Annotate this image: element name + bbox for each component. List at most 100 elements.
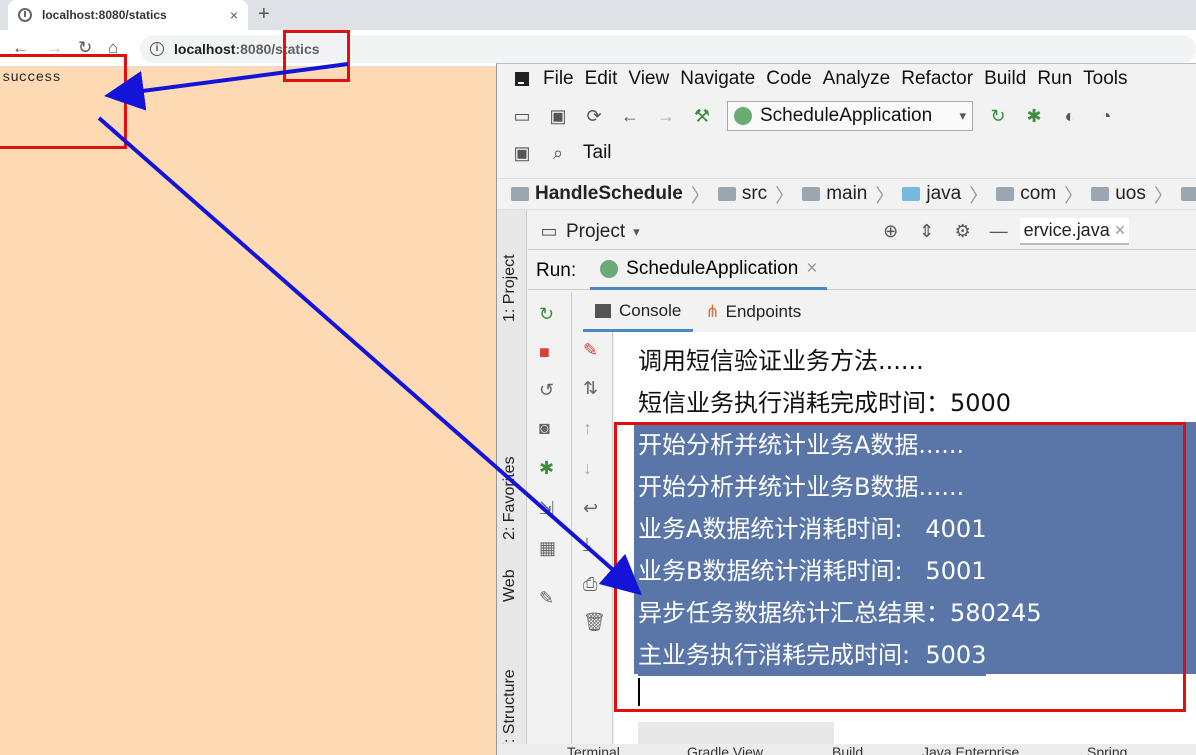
rerun-icon[interactable]: ↻ (987, 105, 1009, 127)
breadcrumb-item-src[interactable]: src (717, 183, 767, 205)
close-icon[interactable]: × (806, 258, 817, 280)
down-arrow-icon[interactable]: ↓ (583, 458, 592, 479)
tool-tab-gradle-view[interactable]: Gradle View (687, 744, 763, 755)
layout-icon[interactable]: ▦ (539, 538, 556, 559)
chevron-down-icon[interactable]: ▾ (633, 224, 640, 240)
ide-toolbar: ▭ ▣ ⟳ ← → ⚒ ScheduleApplication ▾ ↻ ✱ ◐ … (497, 98, 1196, 134)
scroll-to-end-icon[interactable]: ⤓ (583, 534, 591, 555)
tool-tab-java-enterprise[interactable]: Java Enterprise (922, 744, 1019, 755)
debug-bug-icon[interactable]: ✱ (1023, 105, 1045, 127)
console-line: 调用短信验证业务方法...... (638, 347, 924, 375)
profile-icon[interactable]: ◔ (1095, 105, 1117, 127)
chevron-right-icon: 〉 (775, 185, 795, 207)
back-arrow-icon[interactable]: ← (619, 105, 641, 127)
intellij-logo-icon (515, 72, 529, 86)
menu-code[interactable]: Code (766, 68, 811, 90)
breadcrumb-item-uos[interactable]: uos (1091, 183, 1146, 205)
menu-view[interactable]: View (628, 68, 669, 90)
run-tool-header: Run: ScheduleApplication × (528, 252, 1196, 290)
tab-endpoints-label: Endpoints (725, 302, 802, 321)
locate-target-icon[interactable]: ⊕ (880, 221, 902, 243)
build-hammer-icon[interactable]: ⚒ (691, 105, 713, 127)
tool-tab-favorites[interactable]: 2: Favorites (501, 456, 519, 540)
console-icon (595, 303, 611, 318)
new-tab-button[interactable]: + (258, 3, 270, 26)
debug-icon[interactable]: ✱ (539, 458, 554, 479)
tab-title: localhost:8080/statics (42, 8, 167, 22)
project-icon: ▭ (540, 221, 558, 241)
run-tab[interactable]: ScheduleApplication × (590, 252, 828, 290)
search-icon[interactable]: ⌕ (547, 142, 569, 164)
editor-tab[interactable]: ervice.java × (1019, 218, 1130, 245)
left-tool-window-bar: 1: Project 2: Favorites Web 7: Structure (497, 210, 527, 755)
tab-close-icon[interactable]: × (230, 7, 238, 23)
menu-run[interactable]: Run (1037, 68, 1072, 90)
menu-navigate[interactable]: Navigate (680, 68, 755, 90)
exit-icon[interactable]: ⇲ (539, 498, 554, 519)
tool-tab-terminal[interactable]: Terminal (567, 744, 620, 755)
project-label[interactable]: Project (566, 221, 625, 243)
up-arrow-icon[interactable]: ↑ (583, 418, 592, 439)
trash-icon[interactable]: 🗑 (583, 612, 606, 633)
tab-endpoints[interactable]: ⋔ Endpoints (693, 292, 813, 332)
breadcrumb-item-project[interactable]: HandleSchedule (511, 183, 683, 205)
soft-wrap-icon[interactable]: ↩ (583, 498, 598, 519)
rerun-icon[interactable]: ↻ (539, 304, 554, 325)
browser-tab[interactable]: localhost:8080/statics × (8, 0, 248, 30)
tool-tab-spring[interactable]: Spring (1087, 744, 1127, 755)
bottom-tool-bar: Terminal Gradle View Build Java Enterpri… (497, 744, 1196, 755)
spring-icon (600, 260, 619, 278)
open-folder-icon[interactable]: ▭ (511, 105, 533, 127)
annotation-box-console (614, 422, 1186, 712)
menu-file[interactable]: File (543, 68, 574, 90)
source-folder-icon (902, 187, 921, 201)
info-icon[interactable]: i (150, 42, 164, 56)
tool-tab-build[interactable]: Build (832, 744, 863, 755)
print-icon[interactable]: ⎙ (583, 574, 597, 595)
save-icon[interactable]: ▣ (547, 105, 569, 127)
chevron-right-icon: 〉 (1064, 185, 1084, 207)
run-side-toolbar: ↻ ■ ↺ ◙ ✱ ⇲ ▦ ✎ (528, 292, 572, 755)
breadcrumb-item-sched[interactable]: sched (1180, 183, 1196, 205)
tail-button[interactable]: Tail (583, 142, 612, 164)
ide-menubar: File Edit View Navigate Code Analyze Ref… (497, 64, 1196, 94)
breadcrumb-item-main[interactable]: main (802, 183, 867, 205)
menu-analyze[interactable]: Analyze (823, 68, 891, 90)
close-icon[interactable]: × (1115, 220, 1126, 240)
restore-icon[interactable]: ↺ (539, 380, 554, 401)
tool-tab-structure[interactable]: 7: Structure (501, 669, 519, 752)
breadcrumb-item-java[interactable]: java (902, 183, 961, 205)
pin-icon[interactable]: ✎ (539, 588, 554, 609)
tool-tab-project[interactable]: 1: Project (501, 254, 519, 322)
sort-icon[interactable]: ⇅ (583, 378, 598, 399)
url-host: localhost (174, 41, 236, 57)
run-configuration-label: ScheduleApplication (760, 105, 933, 126)
camera-icon[interactable]: ◙ (539, 418, 550, 439)
minimize-icon[interactable]: — (988, 221, 1010, 243)
annotation-box-url (283, 30, 350, 82)
package-icon (996, 187, 1015, 201)
menu-refactor[interactable]: Refactor (901, 68, 973, 90)
tool-tab-web[interactable]: Web (501, 569, 519, 602)
tab-console[interactable]: Console (583, 292, 694, 332)
chevron-down-icon: ▾ (959, 108, 966, 123)
run-window-icon[interactable]: ▣ (511, 142, 533, 164)
project-toolbar: ▭ Project ▾ ⊕ ⇕ ⚙ — ervice.java × (528, 214, 1196, 250)
collapse-icon[interactable]: ⇕ (916, 221, 938, 243)
chevron-right-icon: 〉 (690, 185, 710, 207)
menu-tools[interactable]: Tools (1083, 68, 1127, 90)
tab-console-label: Console (619, 300, 682, 320)
menu-edit[interactable]: Edit (585, 68, 618, 90)
run-configuration-select[interactable]: ScheduleApplication ▾ (727, 101, 973, 131)
stop-icon[interactable]: ■ (539, 342, 550, 363)
forward-arrow-icon[interactable]: → (655, 105, 677, 127)
menu-build[interactable]: Build (984, 68, 1026, 90)
sync-icon[interactable]: ⟳ (583, 105, 605, 127)
coverage-icon[interactable]: ◐ (1059, 105, 1081, 127)
chevron-right-icon: 〉 (875, 185, 895, 207)
gear-icon[interactable]: ⚙ (952, 221, 974, 243)
breadcrumb-item-com[interactable]: com (996, 183, 1056, 205)
breadcrumb: HandleSchedule 〉 src 〉 main 〉 java 〉 com… (497, 178, 1196, 210)
run-tab-label: ScheduleApplication (626, 258, 799, 279)
clear-all-icon[interactable]: ✎ (583, 340, 598, 361)
